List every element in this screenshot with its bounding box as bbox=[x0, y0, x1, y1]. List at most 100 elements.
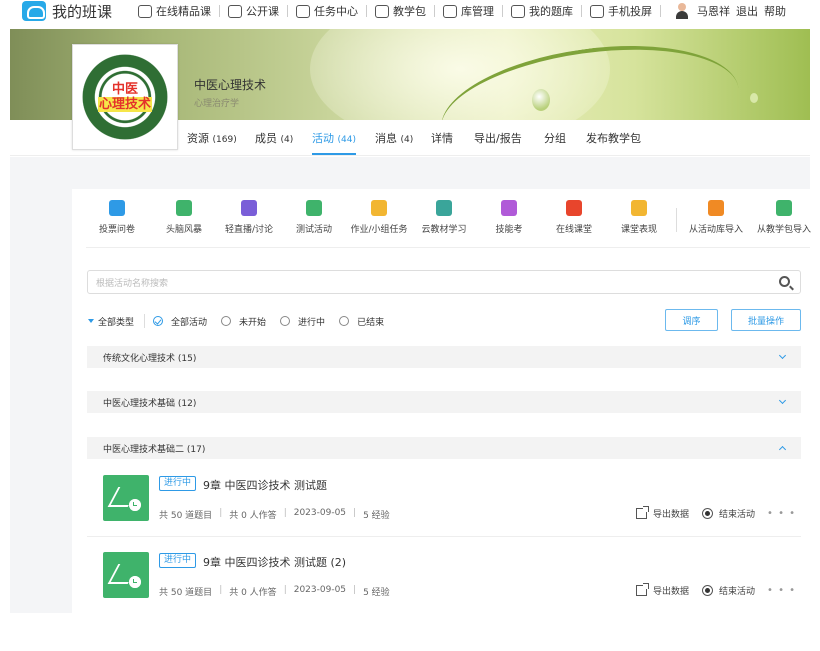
test-icon bbox=[306, 200, 322, 216]
library-icon bbox=[443, 4, 458, 18]
clipboard-icon bbox=[296, 4, 311, 18]
more-icon[interactable]: • • • bbox=[767, 508, 796, 519]
course-logo-emblem: 中医 心理技术 bbox=[77, 49, 173, 145]
meta-divider: | bbox=[283, 508, 287, 518]
course-subtitle: 心理治疗学 bbox=[194, 99, 240, 109]
type-filter-dropdown[interactable]: 全部类型 bbox=[98, 315, 134, 328]
search-icon[interactable] bbox=[779, 276, 790, 287]
caret-down-icon[interactable] bbox=[88, 319, 94, 323]
chevron-down-icon[interactable] bbox=[778, 396, 787, 405]
tab-messages[interactable]: 消息 (4) bbox=[375, 130, 413, 146]
banner-dewdrop bbox=[750, 93, 758, 103]
nav-question-bank[interactable]: 我的题库 bbox=[511, 3, 573, 19]
activity-divider bbox=[87, 536, 801, 537]
stop-icon[interactable] bbox=[702, 508, 714, 519]
nav-divider bbox=[502, 5, 504, 17]
nav-divider bbox=[434, 5, 436, 17]
tab-resources[interactable]: 资源 (169) bbox=[187, 130, 237, 146]
tool-live-discussion[interactable]: 轻直播/讨论 bbox=[216, 200, 282, 235]
nav-divider bbox=[219, 5, 221, 17]
activity-group[interactable]: 传统文化心理技术 (15) bbox=[87, 346, 801, 368]
activity-group[interactable]: 中医心理技术基础二 (17) bbox=[87, 437, 801, 459]
avatar[interactable] bbox=[675, 3, 689, 19]
top-navbar: 我的班课 在线精品课 公开课 任务中心 教学包 库管理 我的题库 手机投屏 马恩… bbox=[0, 0, 820, 22]
nav-library-manage[interactable]: 库管理 bbox=[443, 3, 494, 19]
meta-divider: | bbox=[353, 585, 357, 595]
app-logo-icon[interactable] bbox=[22, 1, 46, 21]
tool-divider bbox=[676, 208, 677, 232]
radio-in-progress[interactable] bbox=[280, 316, 291, 326]
tool-vote-survey[interactable]: 投票问卷 bbox=[84, 200, 150, 235]
sort-button[interactable]: 调序 bbox=[665, 309, 718, 331]
activity-group[interactable]: 中医心理技术基础 (12) bbox=[87, 391, 801, 413]
radio-label-all[interactable]: 全部活动 bbox=[171, 315, 207, 328]
answer-count: 共 0 人作答 bbox=[229, 588, 277, 598]
question-count: 共 50 道题目 bbox=[159, 588, 213, 598]
tab-groups[interactable]: 分组 bbox=[544, 130, 566, 146]
status-badge: 进行中 bbox=[159, 553, 197, 568]
tool-test-activity[interactable]: 测试活动 bbox=[281, 200, 347, 235]
export-icon[interactable] bbox=[636, 583, 649, 596]
course-logo: 中医 心理技术 bbox=[72, 44, 178, 150]
activity-actions: 导出数据 结束活动 • • • bbox=[636, 583, 796, 597]
chevron-up-icon[interactable] bbox=[778, 445, 787, 454]
tab-export-report[interactable]: 导出/报告 bbox=[474, 130, 522, 146]
user-name[interactable]: 马恩祥 bbox=[697, 3, 730, 19]
radio-not-started[interactable] bbox=[221, 316, 232, 326]
tab-publish-package[interactable]: 发布教学包 bbox=[586, 130, 641, 146]
end-activity-button[interactable]: 结束活动 bbox=[719, 584, 755, 597]
status-badge: 进行中 bbox=[159, 476, 197, 491]
group-title: 传统文化心理技术 (15) bbox=[103, 353, 197, 364]
tool-homework[interactable]: 作业/小组任务 bbox=[346, 200, 412, 235]
bar-chart-icon bbox=[109, 200, 125, 216]
tool-skill-exam[interactable]: 技能考 bbox=[476, 200, 542, 235]
tab-activities[interactable]: 活动 (44) bbox=[312, 130, 356, 155]
chevron-down-icon[interactable] bbox=[778, 351, 787, 360]
activity-title[interactable]: 9章 中医四诊技术 测试题 bbox=[203, 477, 327, 493]
activity-date: 2023-09-05 bbox=[293, 508, 347, 518]
help-link[interactable]: 帮助 bbox=[764, 3, 786, 19]
end-activity-button[interactable]: 结束活动 bbox=[719, 507, 755, 520]
meta-divider: | bbox=[353, 508, 357, 518]
meta-divider: | bbox=[219, 585, 223, 595]
tool-import-teaching-package[interactable]: 从教学包导入 bbox=[751, 200, 817, 235]
activity-filters: 全部类型 全部活动 未开始 进行中 已结束 bbox=[88, 313, 398, 329]
nav-task-center[interactable]: 任务中心 bbox=[296, 3, 358, 19]
more-icon[interactable]: • • • bbox=[767, 585, 796, 596]
tab-details[interactable]: 详情 bbox=[431, 130, 453, 146]
nav-online-course[interactable]: 在线精品课 bbox=[138, 3, 211, 19]
nav-open-course[interactable]: 公开课 bbox=[228, 3, 279, 19]
app-title[interactable]: 我的班课 bbox=[52, 1, 112, 22]
radio-label-not-started[interactable]: 未开始 bbox=[239, 315, 266, 328]
export-data-button[interactable]: 导出数据 bbox=[653, 507, 689, 520]
test-activity-icon[interactable] bbox=[103, 552, 149, 598]
radio-label-in-progress[interactable]: 进行中 bbox=[298, 315, 325, 328]
tool-cloud-textbook[interactable]: 云教材学习 bbox=[411, 200, 477, 235]
nav-divider bbox=[366, 5, 368, 17]
radio-ended[interactable] bbox=[339, 316, 350, 326]
export-icon[interactable] bbox=[636, 506, 649, 519]
activity-title[interactable]: 9章 中医四诊技术 测试题 (2) bbox=[203, 554, 346, 570]
layers-icon bbox=[511, 4, 526, 18]
package-icon bbox=[375, 4, 390, 18]
test-activity-icon[interactable] bbox=[103, 475, 149, 521]
clock-icon bbox=[133, 502, 137, 506]
skill-exam-icon bbox=[501, 200, 517, 216]
tool-class-performance[interactable]: 课堂表现 bbox=[606, 200, 672, 235]
nav-screen-cast[interactable]: 手机投屏 bbox=[590, 3, 652, 19]
radio-all-activities[interactable] bbox=[153, 316, 164, 326]
batch-operation-button[interactable]: 批量操作 bbox=[731, 309, 801, 331]
stop-icon[interactable] bbox=[702, 585, 714, 596]
logo-text-line1: 中医 bbox=[111, 81, 138, 97]
radio-label-ended[interactable]: 已结束 bbox=[357, 315, 384, 328]
brainstorm-icon bbox=[176, 200, 192, 216]
tool-online-class[interactable]: 在线课堂 bbox=[541, 200, 607, 235]
search-input[interactable] bbox=[88, 273, 748, 295]
nav-teaching-package[interactable]: 教学包 bbox=[375, 3, 426, 19]
tool-brainstorm[interactable]: 头脑风暴 bbox=[151, 200, 217, 235]
monitor-play-icon bbox=[228, 4, 243, 18]
export-data-button[interactable]: 导出数据 bbox=[653, 584, 689, 597]
tab-members[interactable]: 成员 (4) bbox=[255, 130, 293, 146]
tool-import-activity-library[interactable]: 从活动库导入 bbox=[683, 200, 749, 235]
logout-link[interactable]: 退出 bbox=[736, 3, 758, 19]
